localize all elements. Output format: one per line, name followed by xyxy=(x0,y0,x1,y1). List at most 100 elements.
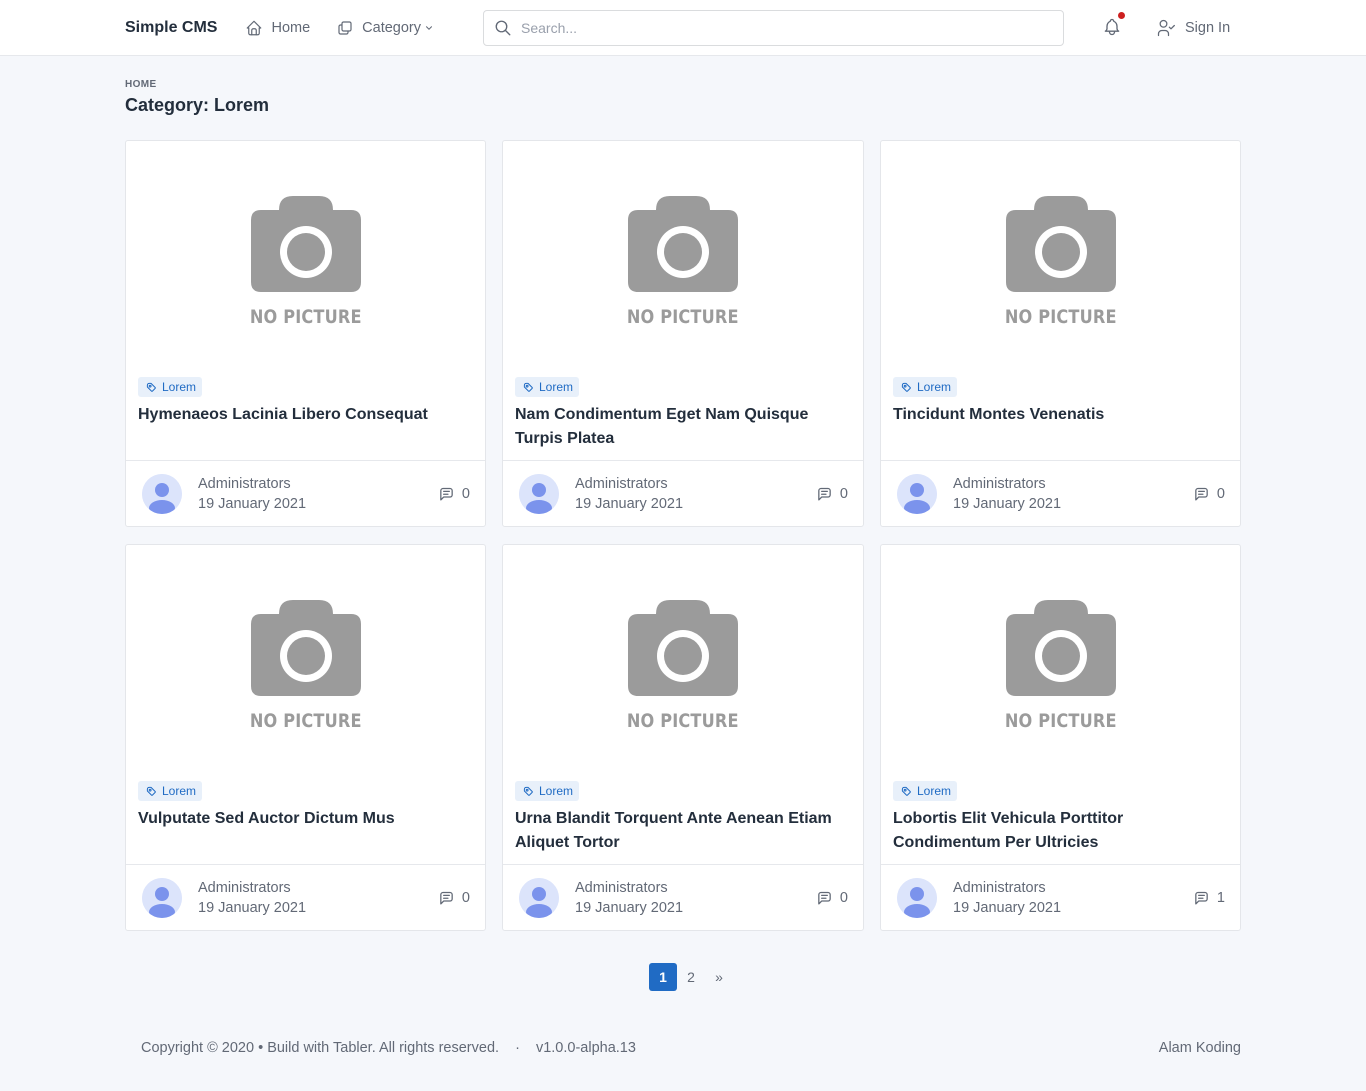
post-thumbnail[interactable]: NO PICTURE xyxy=(503,141,863,361)
nav-home[interactable]: Home xyxy=(245,19,310,37)
category-tag[interactable]: Lorem xyxy=(893,781,958,801)
post-date: 19 January 2021 xyxy=(953,899,1062,916)
notification-badge xyxy=(1118,12,1125,19)
page-2-link[interactable]: 2 xyxy=(677,963,705,991)
next-page-link[interactable]: » xyxy=(705,963,733,991)
post-card-footer: Administrators 19 January 2021 0 xyxy=(503,460,863,526)
camera-icon xyxy=(250,600,361,696)
no-picture-label: NO PICTURE xyxy=(627,306,739,328)
site-footer: Copyright © 2020 • Build with Tabler. Al… xyxy=(141,1040,1241,1056)
post-date: 19 January 2021 xyxy=(953,495,1062,512)
post-title[interactable]: Lobortis Elit Vehicula Porttitor Condime… xyxy=(893,807,1228,855)
avatar xyxy=(519,473,559,514)
search-icon xyxy=(495,20,511,36)
post-card: NO PICTURE Lorem Nam Condimentum Eget Na… xyxy=(502,140,864,527)
message-icon xyxy=(1195,891,1208,905)
comments-count-value: 0 xyxy=(839,485,848,502)
comments-count-value: 0 xyxy=(461,485,470,502)
comments-count[interactable]: 0 xyxy=(816,889,848,906)
camera-icon xyxy=(1005,600,1116,696)
category-tag[interactable]: Lorem xyxy=(138,377,203,397)
category-tag-label: Lorem xyxy=(917,784,952,798)
no-picture-label: NO PICTURE xyxy=(627,710,739,732)
notifications-button[interactable] xyxy=(1102,12,1125,40)
tag-icon xyxy=(146,786,156,796)
user-avatar-icon xyxy=(897,877,937,918)
post-thumbnail[interactable]: NO PICTURE xyxy=(881,141,1240,361)
sign-in-link[interactable]: Sign In xyxy=(1156,18,1230,38)
breadcrumb: HOME xyxy=(125,79,157,90)
post-card: NO PICTURE Lorem Vulputate Sed Auctor Di… xyxy=(125,544,486,931)
message-icon xyxy=(818,891,831,905)
message-icon xyxy=(440,487,453,501)
comments-count[interactable]: 0 xyxy=(1193,485,1225,502)
message-icon xyxy=(818,487,831,501)
post-card-footer: Administrators 19 January 2021 0 xyxy=(126,864,485,930)
tag-icon xyxy=(523,382,533,392)
nav-category-label: Category xyxy=(362,20,421,36)
bell-icon xyxy=(1104,18,1120,36)
user-avatar-icon xyxy=(142,877,182,918)
user-avatar-icon xyxy=(519,877,559,918)
avatar xyxy=(897,473,937,514)
footer-author-link[interactable]: Alam Koding xyxy=(1159,1040,1241,1056)
user-avatar-icon xyxy=(897,473,937,514)
tag-icon xyxy=(146,382,156,392)
no-picture-label: NO PICTURE xyxy=(1004,306,1117,328)
post-author: Administrators xyxy=(575,879,668,896)
camera-icon xyxy=(250,196,361,292)
post-date: 19 January 2021 xyxy=(198,899,307,916)
avatar xyxy=(142,877,182,918)
avatar xyxy=(142,473,182,514)
post-thumbnail[interactable]: NO PICTURE xyxy=(126,141,485,361)
message-icon xyxy=(1195,487,1208,501)
version-link[interactable]: v1.0.0-alpha.13 xyxy=(536,1040,636,1056)
search-input[interactable] xyxy=(521,20,1041,36)
camera-icon xyxy=(628,600,738,696)
tag-icon xyxy=(901,786,911,796)
nav-home-label: Home xyxy=(271,20,311,36)
category-tag-label: Lorem xyxy=(162,784,197,798)
post-author: Administrators xyxy=(198,475,291,492)
brand-logo[interactable]: Simple CMS xyxy=(125,19,217,37)
page-1-link[interactable]: 1 xyxy=(649,963,677,991)
post-title[interactable]: Hymenaeos Lacinia Libero Consequat xyxy=(138,403,473,427)
post-card: NO PICTURE Lorem Hymenaeos Lacinia Liber… xyxy=(125,140,486,527)
post-thumbnail[interactable]: NO PICTURE xyxy=(503,545,863,765)
user-avatar-icon xyxy=(519,473,559,514)
post-card-footer: Administrators 19 January 2021 0 xyxy=(126,460,485,526)
category-tag-label: Lorem xyxy=(162,380,197,394)
post-date: 19 January 2021 xyxy=(198,495,307,512)
post-author: Administrators xyxy=(198,879,291,896)
post-thumbnail[interactable]: NO PICTURE xyxy=(881,545,1240,765)
comments-count[interactable]: 0 xyxy=(438,889,470,906)
post-thumbnail[interactable]: NO PICTURE xyxy=(126,545,485,765)
post-title[interactable]: Nam Condimentum Eget Nam Quisque Turpis … xyxy=(515,403,851,451)
post-card: NO PICTURE Lorem Urna Blandit Torquent A… xyxy=(502,544,864,931)
post-title[interactable]: Tincidunt Montes Venenatis xyxy=(893,403,1228,427)
category-tag[interactable]: Lorem xyxy=(515,781,580,801)
category-tag[interactable]: Lorem xyxy=(515,377,580,397)
nav-category-dropdown[interactable]: Category xyxy=(336,19,434,37)
comments-count[interactable]: 1 xyxy=(1193,889,1225,906)
category-tag[interactable]: Lorem xyxy=(893,377,958,397)
no-picture-label: NO PICTURE xyxy=(1004,710,1117,732)
comments-count[interactable]: 0 xyxy=(816,485,848,502)
category-tag[interactable]: Lorem xyxy=(138,781,203,801)
post-title[interactable]: Vulputate Sed Auctor Dictum Mus xyxy=(138,807,473,831)
tag-icon xyxy=(901,382,911,392)
no-picture-label: NO PICTURE xyxy=(249,306,362,328)
post-date: 19 January 2021 xyxy=(575,495,684,512)
comments-count[interactable]: 0 xyxy=(438,485,470,502)
post-card-footer: Administrators 19 January 2021 1 xyxy=(881,864,1240,930)
top-navbar: Simple CMS Home Category Sign In xyxy=(0,0,1366,56)
comments-count-value: 0 xyxy=(839,889,848,906)
home-icon xyxy=(247,20,262,36)
post-card: NO PICTURE Lorem Tincidunt Montes Venena… xyxy=(880,140,1241,527)
camera-icon xyxy=(628,196,738,292)
post-date: 19 January 2021 xyxy=(575,899,684,916)
post-author: Administrators xyxy=(575,475,668,492)
chevron-down-icon xyxy=(425,26,433,30)
post-title[interactable]: Urna Blandit Torquent Ante Aenean Etiam … xyxy=(515,807,851,855)
user-check-icon xyxy=(1157,19,1175,37)
